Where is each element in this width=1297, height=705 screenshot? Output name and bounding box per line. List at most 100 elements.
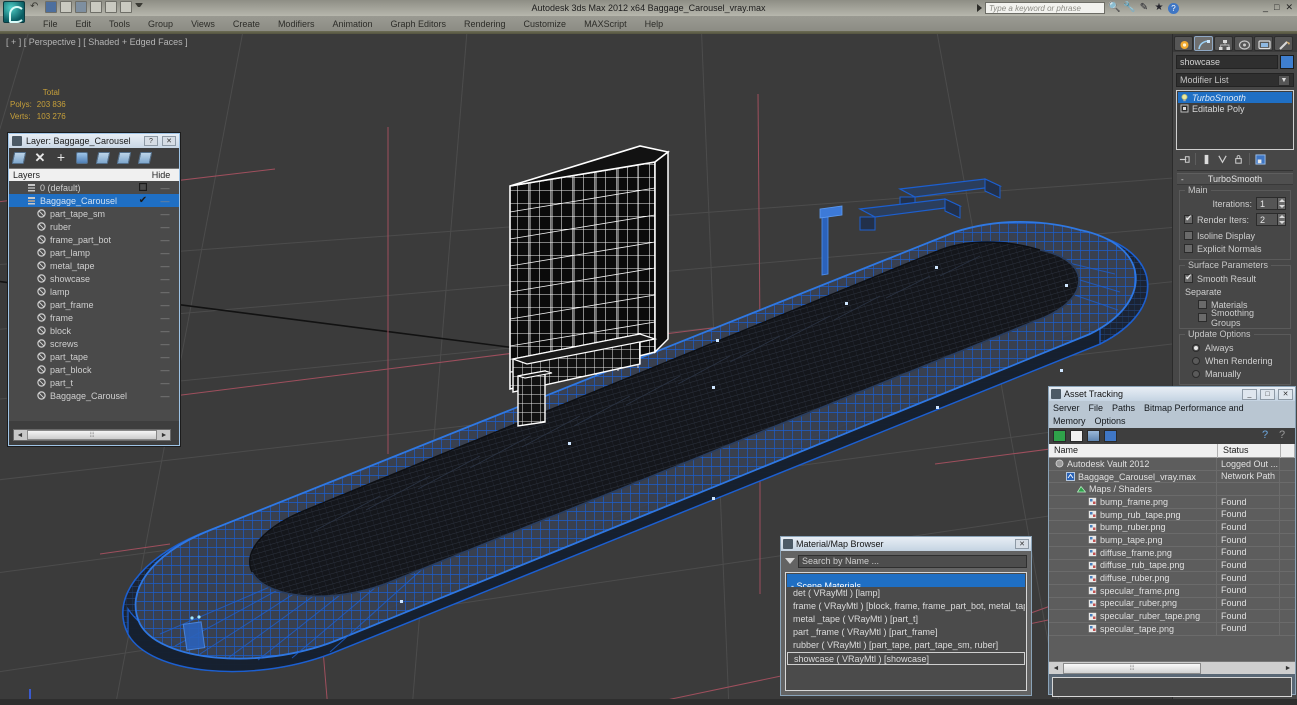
menu-item-rendering[interactable]: Rendering (455, 18, 515, 30)
layer-row[interactable]: metal_tape— (9, 259, 179, 272)
asset-menu-bitmap-performance-and-memory[interactable]: Bitmap Performance and Memory (1053, 403, 1244, 426)
render-iters-checkbox[interactable] (1184, 215, 1193, 224)
layer-row[interactable]: Baggage_Carousel✔— (9, 194, 179, 207)
chevron-down-icon[interactable]: ▼ (1278, 75, 1290, 86)
asset-minimize-button[interactable]: _ (1242, 389, 1257, 400)
render-iters-spinner[interactable]: 2 (1256, 213, 1286, 226)
menu-item-file[interactable]: File (34, 18, 67, 30)
remove-modifier-icon[interactable] (1233, 154, 1244, 165)
object-name-input[interactable]: showcase (1176, 55, 1278, 69)
modifier-stack-item[interactable]: TurboSmooth (1178, 92, 1292, 103)
material-item[interactable]: rubber ( VRayMtl ) [part_tape, part_tape… (787, 639, 1025, 652)
material-list[interactable]: - Scene Materialsdet ( VRayMtl ) [lamp]f… (785, 572, 1027, 691)
asset-scroll-left-icon[interactable]: ◄ (1049, 665, 1063, 672)
asset-row[interactable]: Baggage_Carousel_vray.maxNetwork Path (1049, 471, 1295, 484)
layer-hide-toggle[interactable]: — (151, 326, 179, 336)
delete-layer-icon[interactable]: ✕ (34, 152, 46, 164)
layer-hide-toggle[interactable]: — (151, 235, 179, 245)
close-button[interactable]: ✕ (1285, 2, 1293, 12)
layer-hide-toggle[interactable]: — (151, 378, 179, 388)
manually-row[interactable]: Manually (1184, 367, 1286, 380)
layer-row[interactable]: Baggage_Carousel— (9, 389, 179, 402)
asset-menu-paths[interactable]: Paths (1112, 403, 1135, 413)
smooth-result-checkbox[interactable] (1184, 274, 1193, 283)
new-layer-icon[interactable] (12, 152, 27, 164)
thumbnail-icon[interactable] (1087, 430, 1100, 442)
select-highlighted-icon[interactable] (96, 152, 111, 164)
object-color-swatch[interactable] (1280, 55, 1294, 69)
maximize-button[interactable]: □ (1274, 2, 1279, 12)
layer-row[interactable]: frame— (9, 311, 179, 324)
material-item[interactable]: det ( VRayMtl ) [lamp] (787, 587, 1025, 600)
command-panel-utilities-tab[interactable] (1274, 36, 1293, 51)
layer-hide-toggle[interactable]: — (151, 261, 179, 271)
layer-hide-toggle[interactable]: — (151, 222, 179, 232)
asset-list[interactable]: Autodesk Vault 2012Logged Out ...Baggage… (1049, 458, 1295, 661)
current-layer-check-icon[interactable]: ✔ (135, 195, 151, 206)
app-logo-icon[interactable] (3, 1, 25, 23)
list-icon[interactable] (1070, 430, 1083, 442)
smoothing-groups-checkbox[interactable] (1198, 313, 1207, 322)
asset-row[interactable]: Autodesk Vault 2012Logged Out ... (1049, 458, 1295, 471)
rollout-collapse-icon[interactable]: - (1181, 174, 1184, 185)
layer-row[interactable]: part_tape— (9, 350, 179, 363)
layer-hide-toggle[interactable]: — (151, 248, 179, 258)
grid-icon[interactable] (1104, 430, 1117, 442)
iterations-value[interactable]: 1 (1257, 199, 1277, 209)
modifier-stack-item[interactable]: Editable Poly (1178, 103, 1292, 114)
asset-menu-options[interactable]: Options (1095, 416, 1126, 426)
command-panel-motion-tab[interactable] (1234, 36, 1253, 51)
layer-scrollbar[interactable]: ◄ ⦙⦙⦙ ► (13, 429, 171, 441)
help-icon[interactable]: ? (1168, 3, 1179, 14)
asset-scroll-thumb[interactable]: ⦙⦙⦙ (1063, 663, 1201, 674)
command-panel-create-tab[interactable] (1174, 36, 1193, 51)
explicit-normals-checkbox[interactable] (1184, 244, 1193, 253)
menu-item-edit[interactable]: Edit (67, 18, 101, 30)
menu-item-customize[interactable]: Customize (515, 18, 576, 30)
menu-item-modifiers[interactable]: Modifiers (269, 18, 324, 30)
menu-item-group[interactable]: Group (139, 18, 182, 30)
save-icon[interactable] (45, 1, 57, 13)
always-row[interactable]: Always (1184, 341, 1286, 354)
current-layer-box-icon[interactable] (135, 183, 151, 193)
smooth-result-row[interactable]: Smooth Result (1184, 272, 1286, 285)
always-radio[interactable] (1192, 344, 1200, 352)
material-browser-titlebar[interactable]: Material/Map Browser ✕ (781, 537, 1031, 551)
asset-row[interactable]: specular_ruber_tape.pngFound (1049, 610, 1295, 623)
menu-item-create[interactable]: Create (224, 18, 269, 30)
material-group-header[interactable]: - Scene Materials (787, 574, 1025, 587)
layer-row[interactable]: part_block— (9, 363, 179, 376)
manually-radio[interactable] (1192, 370, 1200, 378)
add-layer-icon[interactable]: + (55, 152, 67, 164)
explicit-normals-row[interactable]: Explicit Normals (1184, 242, 1286, 255)
asset-row[interactable]: bump_frame.pngFound (1049, 496, 1295, 509)
vault-help-icon[interactable]: ? (1279, 430, 1291, 442)
asset-col-extra[interactable] (1281, 444, 1295, 458)
command-panel-display-tab[interactable] (1254, 36, 1273, 51)
layer-hide-toggle[interactable]: — (151, 287, 179, 297)
smoothing-groups-row[interactable]: Smoothing Groups (1184, 311, 1286, 324)
asset-scrollbar[interactable]: ◄ ⦙⦙⦙ ► (1049, 661, 1295, 674)
asset-row[interactable]: specular_frame.pngFound (1049, 585, 1295, 598)
spinner-arrows-icon[interactable] (1277, 198, 1285, 209)
material-browser-close-button[interactable]: ✕ (1015, 539, 1029, 549)
select-objects-icon[interactable] (76, 152, 88, 164)
layer-scroll-thumb[interactable]: ⦙⦙⦙ (27, 430, 157, 440)
asset-row[interactable]: bump_tape.pngFound (1049, 534, 1295, 547)
material-item[interactable]: frame ( VRayMtl ) [block, frame, frame_p… (787, 600, 1025, 613)
material-map-browser[interactable]: Material/Map Browser ✕ Search by Name ..… (780, 536, 1032, 696)
iterations-spinner[interactable]: 1 (1256, 197, 1286, 210)
layer-row[interactable]: showcase— (9, 272, 179, 285)
open-icon[interactable]: ↶ (30, 1, 42, 13)
layer-row[interactable]: part_t— (9, 376, 179, 389)
pen-icon[interactable]: ✎ (1138, 2, 1150, 14)
asset-menu-file[interactable]: File (1089, 403, 1104, 413)
viewport-label[interactable]: [ + ] [ Perspective ] [ Shaded + Edged F… (6, 37, 188, 47)
layer-row[interactable]: part_frame— (9, 298, 179, 311)
asset-row[interactable]: diffuse_rub_tape.pngFound (1049, 560, 1295, 573)
layer-hide-toggle[interactable]: — (151, 196, 179, 206)
layer-hide-toggle[interactable]: — (151, 339, 179, 349)
render-iters-value[interactable]: 2 (1257, 215, 1277, 225)
vault-add-icon[interactable]: ? (1262, 430, 1274, 442)
layer-row[interactable]: 0 (default)— (9, 181, 179, 194)
